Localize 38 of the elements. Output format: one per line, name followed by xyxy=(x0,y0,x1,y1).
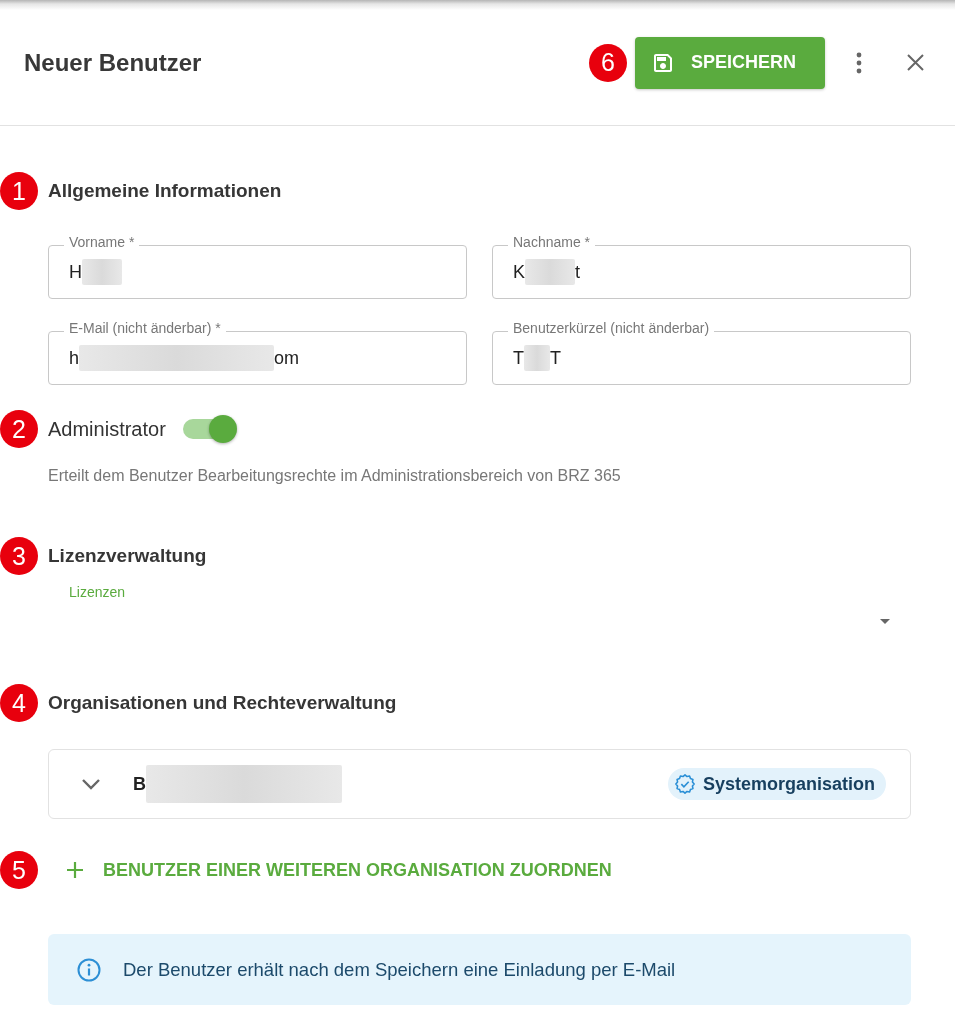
chevron-down-icon[interactable] xyxy=(81,778,101,790)
verified-badge-icon xyxy=(673,773,696,795)
number-marker: 3 xyxy=(0,537,38,575)
tag-label: Systemorganisation xyxy=(702,773,875,795)
text-field[interactable]: Benutzerkürzel (nicht änderbar) T T xyxy=(492,319,911,385)
info-icon xyxy=(77,957,101,982)
number-marker: 4 xyxy=(0,684,38,722)
field-value: T xyxy=(513,347,524,369)
toggle-label: Administrator xyxy=(48,417,166,441)
field-value: B xyxy=(133,773,146,795)
number-marker: 5 xyxy=(0,851,38,889)
field-value: H xyxy=(69,261,82,283)
close-icon[interactable] xyxy=(906,54,924,71)
info-message: Der Benutzer erhält nach dem Speichern eine Einladung per E-Mail xyxy=(123,958,676,981)
text-field[interactable]: Nachname * K t xyxy=(492,233,911,299)
field-value: t xyxy=(575,261,581,283)
dialog-title: Neuer Benutzer xyxy=(24,48,203,77)
field-value: K xyxy=(513,261,525,283)
field-label: Benutzerkürzel (nicht änderbar) xyxy=(508,319,715,337)
number-marker: 1 xyxy=(0,172,38,210)
field-value: T xyxy=(550,347,561,369)
plus-icon xyxy=(66,861,84,879)
number-marker: 2 xyxy=(0,410,38,448)
section-heading: Lizenzverwaltung xyxy=(48,545,207,567)
field-label: E-Mail (nicht änderbar) * xyxy=(64,319,226,337)
redaction-block xyxy=(82,259,122,285)
dropdown-caret-icon xyxy=(880,619,890,624)
section-heading: Organisationen und Rechteverwaltung xyxy=(48,692,397,714)
text-field[interactable]: E-Mail (nicht änderbar) * h om xyxy=(48,319,467,385)
field-value: h xyxy=(69,347,79,369)
text-field[interactable]: Vorname * H xyxy=(48,233,467,299)
section-heading: Allgemeine Informationen xyxy=(48,180,282,202)
redaction-block xyxy=(524,345,550,371)
number-marker: 6 xyxy=(589,43,627,82)
more-options-icon[interactable] xyxy=(856,51,862,74)
redaction-block xyxy=(525,259,575,285)
field-value: om xyxy=(274,347,300,369)
toggle-description: Erteilt dem Benutzer Bearbeitungsrechte im Administrationsbereich von BRZ 365 xyxy=(48,466,622,486)
